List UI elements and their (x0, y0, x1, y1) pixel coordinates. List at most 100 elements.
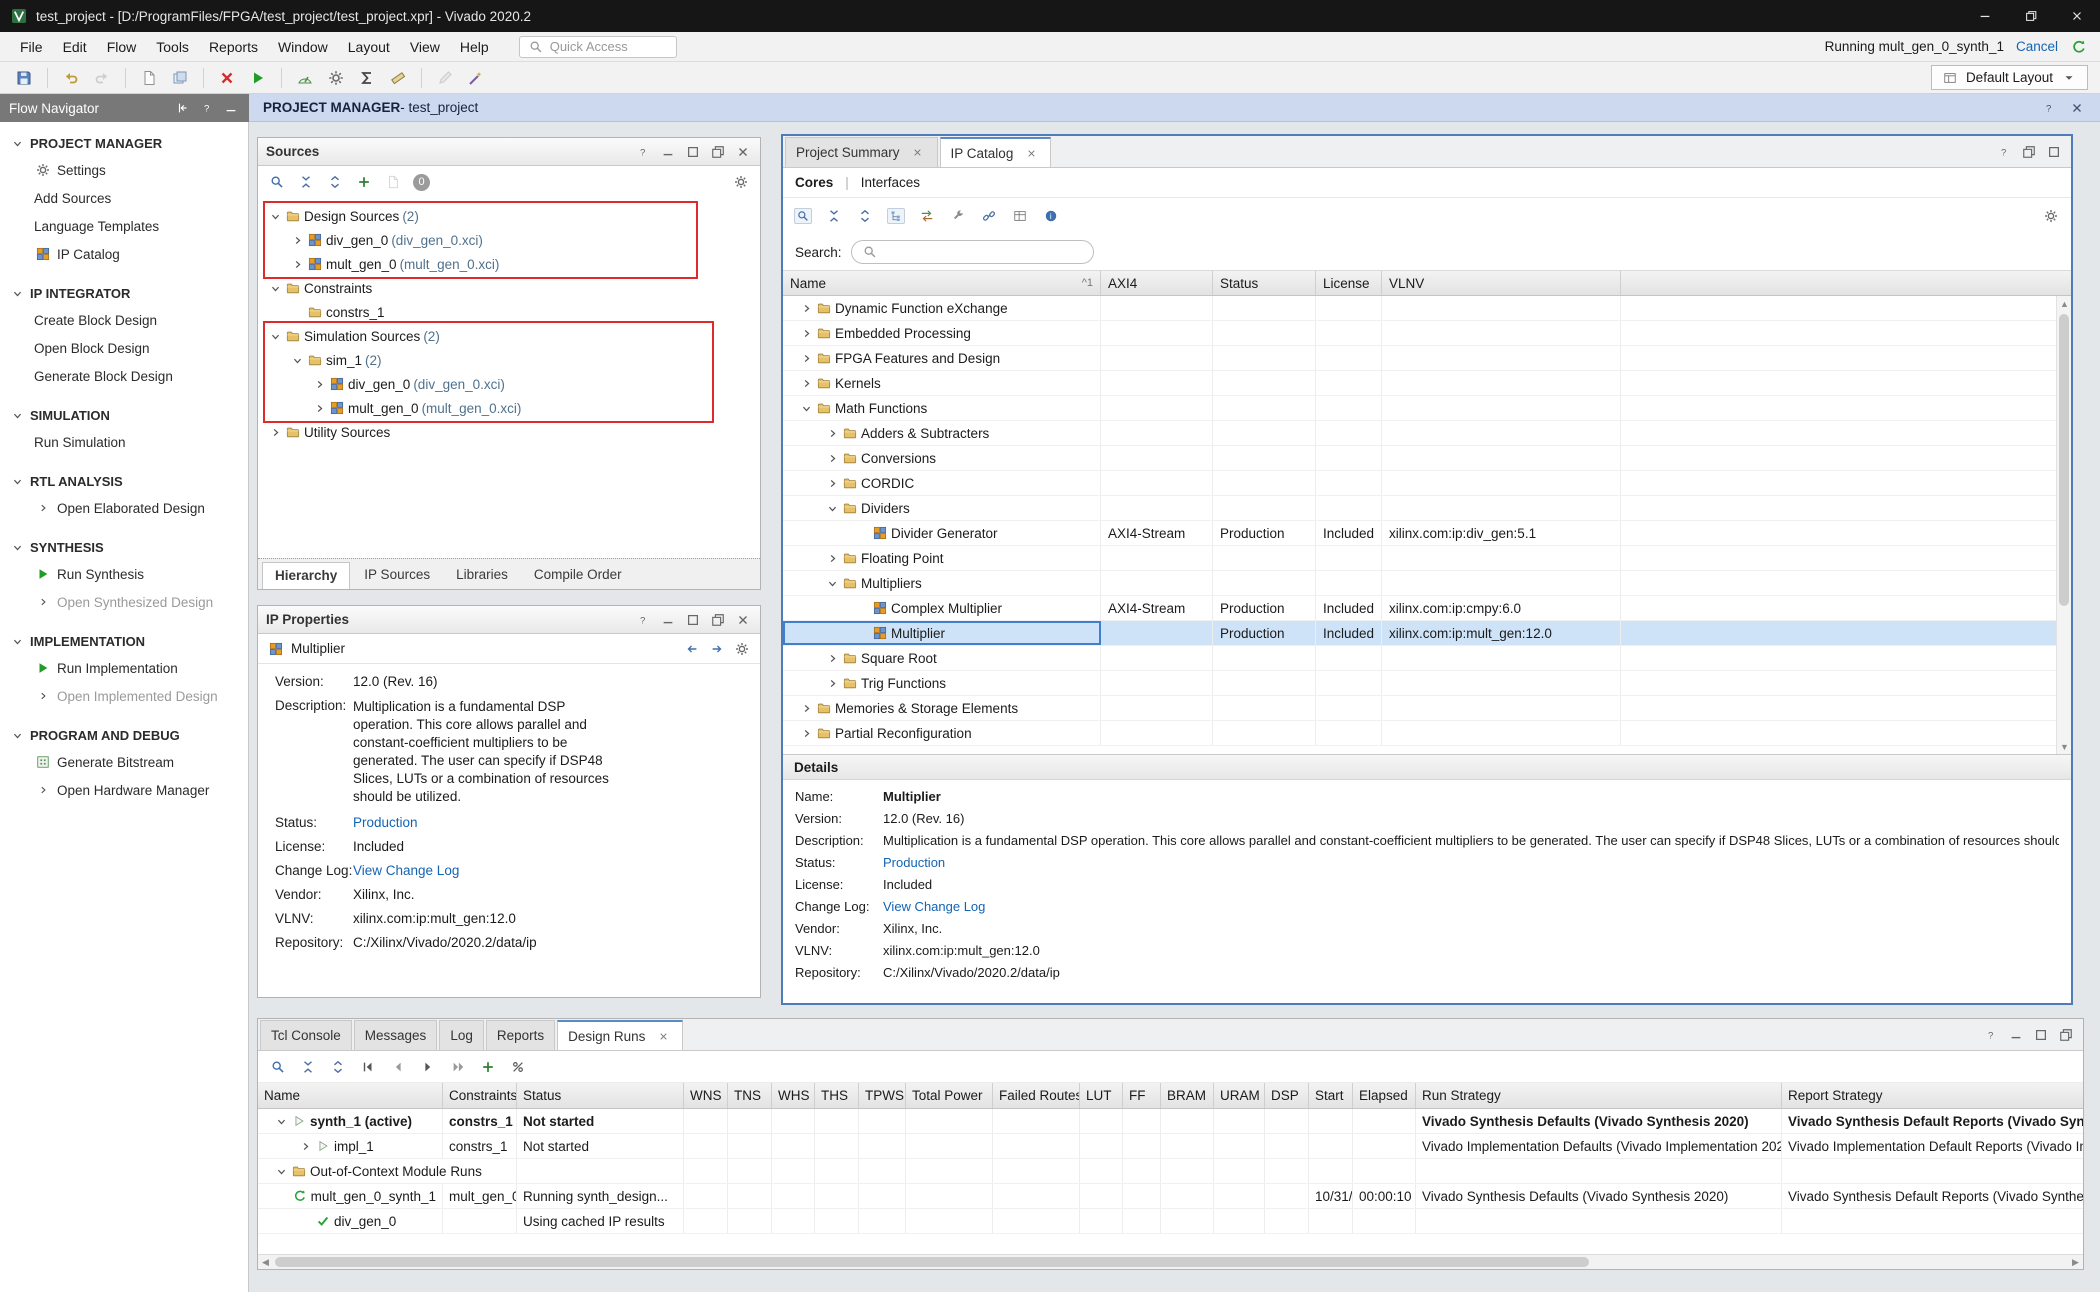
column-header-ths[interactable]: THS (815, 1083, 859, 1108)
chevron-right-icon[interactable] (797, 353, 815, 364)
catalog-row-embedded-processing[interactable]: Embedded Processing (783, 321, 2071, 346)
minimize-icon[interactable] (2007, 1027, 2025, 1043)
search-icon[interactable] (269, 1059, 287, 1075)
menu-layout[interactable]: Layout (338, 35, 400, 59)
close-icon[interactable] (734, 144, 752, 160)
minimize-button[interactable] (1962, 0, 2008, 32)
minimize-panel-icon[interactable] (222, 100, 240, 116)
flow-item-run-implementation[interactable]: Run Implementation (0, 654, 248, 682)
chevron-down-icon[interactable] (266, 331, 284, 342)
maximize-icon[interactable] (2045, 144, 2063, 160)
step-back-icon[interactable] (389, 1059, 407, 1075)
tab-close-icon[interactable] (909, 145, 927, 161)
restore-hierarchy-icon[interactable] (887, 208, 905, 224)
undo-button[interactable] (57, 65, 85, 91)
sources-item-simulation-sources[interactable]: Simulation Sources (2) (258, 324, 760, 348)
float-icon[interactable] (2020, 144, 2038, 160)
run-row-out-of-context-module-runs[interactable]: Out-of-Context Module Runs (258, 1159, 2083, 1184)
chevron-down-icon[interactable] (823, 578, 841, 589)
tab-design-runs[interactable]: Design Runs (557, 1020, 683, 1050)
expand-all-icon[interactable] (856, 208, 874, 224)
catalog-row-dividers[interactable]: Dividers (783, 496, 2071, 521)
tab-ip-catalog[interactable]: IP Catalog (940, 137, 1052, 167)
horizontal-scrollbar[interactable]: ◀ ▶ (258, 1254, 2083, 1269)
column-header-name[interactable]: Name ^1 (783, 271, 1101, 295)
probe-button[interactable] (462, 65, 490, 91)
column-header-start[interactable]: Start (1309, 1083, 1353, 1108)
tab-log[interactable]: Log (439, 1020, 484, 1050)
copy-button[interactable] (135, 65, 163, 91)
sources-item-sim-1[interactable]: sim_1 (2) (258, 348, 760, 372)
percentage-icon[interactable] (509, 1059, 527, 1075)
collapse-all-icon[interactable] (299, 1059, 317, 1075)
flow-section-simulation[interactable]: SIMULATION (0, 402, 248, 428)
flow-item-create-block-design[interactable]: Create Block Design (0, 306, 248, 334)
menu-help[interactable]: Help (450, 35, 499, 59)
gear-icon[interactable] (2042, 208, 2060, 224)
restore-button[interactable] (2008, 0, 2054, 32)
flow-item-add-sources[interactable]: Add Sources (0, 184, 248, 212)
flow-item-generate-bitstream[interactable]: Generate Bitstream (0, 748, 248, 776)
sources-item-design-sources[interactable]: Design Sources (2) (258, 204, 760, 228)
chevron-right-icon[interactable] (823, 428, 841, 439)
edit-button[interactable] (431, 65, 459, 91)
catalog-row-adders-subtracters[interactable]: Adders & Subtracters (783, 421, 2071, 446)
flow-item-open-hardware-manager[interactable]: Open Hardware Manager (0, 776, 248, 804)
sources-item-constrs-1[interactable]: constrs_1 (258, 300, 760, 324)
column-header-constraints[interactable]: Constraints (443, 1083, 517, 1108)
scroll-up-icon[interactable]: ▲ (2057, 296, 2071, 311)
search-icon[interactable] (794, 208, 812, 224)
menu-reports[interactable]: Reports (199, 35, 268, 59)
chevron-right-icon[interactable] (310, 403, 328, 414)
column-header-status[interactable]: Status (517, 1083, 684, 1108)
catalog-row-multiplier[interactable]: Multiplier ProductionIncludedxilinx.com:… (783, 621, 2071, 646)
gear-icon[interactable] (733, 641, 751, 657)
menu-flow[interactable]: Flow (97, 35, 147, 59)
tab-close-icon[interactable] (654, 1028, 672, 1044)
scrollbar-thumb[interactable] (275, 1257, 1589, 1267)
catalog-row-partial-reconfiguration[interactable]: Partial Reconfiguration (783, 721, 2071, 746)
expand-all-icon[interactable] (326, 174, 344, 190)
tab-close-icon[interactable] (1022, 145, 1040, 161)
column-header-tns[interactable]: TNS (728, 1083, 772, 1108)
column-header-axi4[interactable]: AXI4 (1101, 271, 1213, 295)
expand-all-icon[interactable] (329, 1059, 347, 1075)
cancel-link[interactable]: Cancel (2016, 39, 2058, 54)
close-icon[interactable] (2068, 100, 2086, 116)
chevron-right-icon[interactable] (797, 328, 815, 339)
catalog-row-complex-multiplier[interactable]: Complex Multiplier AXI4-StreamProduction… (783, 596, 2071, 621)
maximize-icon[interactable] (684, 144, 702, 160)
redo-button[interactable] (88, 65, 116, 91)
flow-item-open-elaborated-design[interactable]: Open Elaborated Design (0, 494, 248, 522)
go-first-icon[interactable] (359, 1059, 377, 1075)
help-icon[interactable]: ? (2040, 100, 2058, 116)
maximize-icon[interactable] (2032, 1027, 2050, 1043)
column-header-uram[interactable]: URAM (1214, 1083, 1265, 1108)
chevron-right-icon[interactable] (823, 653, 841, 664)
chevron-down-icon[interactable] (272, 1116, 290, 1127)
column-header-wns[interactable]: WNS (684, 1083, 728, 1108)
sum-button[interactable] (353, 65, 381, 91)
catalog-row-cordic[interactable]: CORDIC (783, 471, 2071, 496)
dock-icon[interactable] (174, 100, 192, 116)
chevron-right-icon[interactable] (797, 303, 815, 314)
sources-item-mult-gen-0[interactable]: mult_gen_0 (mult_gen_0.xci) (258, 252, 760, 276)
column-header-elapsed[interactable]: Elapsed (1353, 1083, 1416, 1108)
dashboard-button[interactable] (291, 65, 319, 91)
sources-tab-compile-order[interactable]: Compile Order (522, 562, 634, 589)
chevron-down-icon[interactable] (272, 1166, 290, 1177)
catalog-row-divider-generator[interactable]: Divider Generator AXI4-StreamProductionI… (783, 521, 2071, 546)
flow-item-ip-catalog[interactable]: IP Catalog (0, 240, 248, 268)
float-icon[interactable] (2057, 1027, 2075, 1043)
float-icon[interactable] (709, 612, 727, 628)
chevron-down-icon[interactable] (797, 403, 815, 414)
scroll-down-icon[interactable]: ▼ (2057, 739, 2071, 754)
column-header-lut[interactable]: LUT (1080, 1083, 1123, 1108)
add-sources-icon[interactable] (355, 174, 373, 190)
chevron-right-icon[interactable] (823, 478, 841, 489)
column-header-bram[interactable]: BRAM (1161, 1083, 1214, 1108)
flow-section-rtl-analysis[interactable]: RTL ANALYSIS (0, 468, 248, 494)
vertical-scrollbar[interactable]: ▲ ▼ (2056, 296, 2071, 754)
run-row-mult-gen-0-synth-1[interactable]: mult_gen_0_synth_1 mult_gen_0Running syn… (258, 1184, 2083, 1209)
column-header-total-power[interactable]: Total Power (906, 1083, 993, 1108)
